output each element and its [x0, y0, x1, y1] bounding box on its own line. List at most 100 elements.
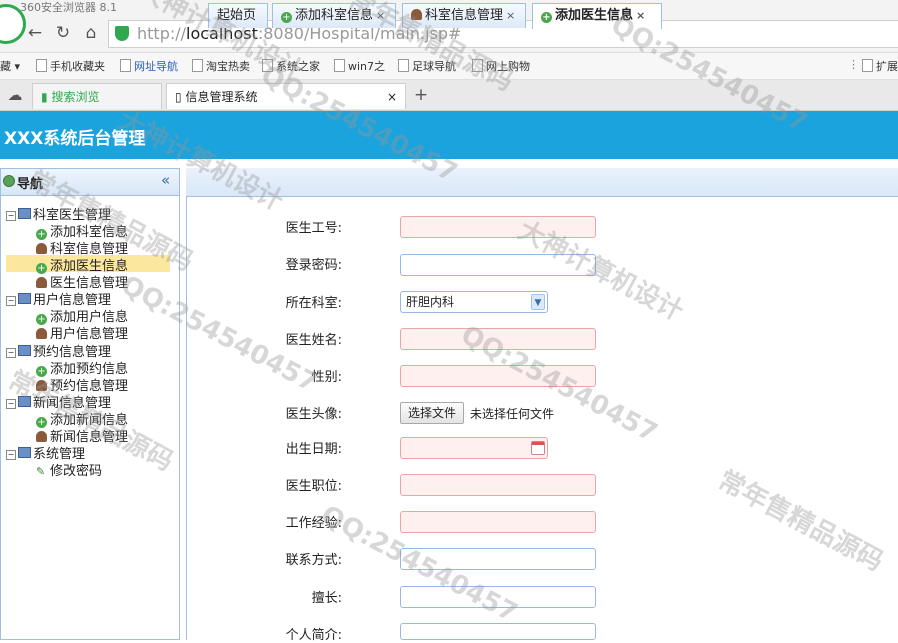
app-header: XXX系统后台管理	[0, 111, 898, 159]
doctor-id-input[interactable]	[400, 216, 596, 238]
tree-item[interactable]: 新闻信息管理	[36, 426, 128, 445]
browser-tab-strip: ☁ ▮ 搜索浏览 ▯ 信息管理系统 × +	[0, 80, 898, 111]
person-icon	[36, 328, 47, 339]
pencil-icon: ✎	[36, 465, 46, 478]
tree-item[interactable]: 预约信息管理	[36, 375, 128, 394]
doctor-id-label: 医生工号:	[285, 221, 342, 236]
page-icon: ▯	[175, 90, 182, 104]
new-tab-button[interactable]: +	[410, 84, 432, 106]
tab-add-department[interactable]: + 添加科室信息 ×	[272, 3, 396, 28]
collapse-box-icon[interactable]: −	[6, 399, 16, 409]
department-select[interactable]: 肝胆内科 ▼	[400, 291, 548, 313]
cloud-icon[interactable]: ☁	[4, 84, 26, 106]
name-input[interactable]	[400, 328, 596, 350]
bookmark-item[interactable]: 系统之家	[262, 58, 320, 74]
close-tab-icon[interactable]: ×	[387, 84, 397, 110]
bookmark-item[interactable]: 网上购物	[472, 58, 530, 74]
refresh-icon[interactable]: ↻	[52, 22, 74, 44]
bookmark-item[interactable]: 网址导航	[120, 58, 178, 74]
department-selected-value: 肝胆内科	[406, 295, 455, 309]
password-input[interactable]	[400, 254, 596, 276]
person-icon	[36, 380, 47, 391]
position-label: 医生职位:	[285, 479, 342, 494]
no-file-text: 未选择任何文件	[470, 407, 555, 421]
collapse-box-icon[interactable]: −	[6, 296, 16, 306]
tree-group-appointment[interactable]: − 预约信息管理	[6, 341, 111, 360]
calendar-icon[interactable]	[531, 441, 545, 455]
intro-label: 个人简介:	[285, 628, 342, 643]
page-icon	[192, 59, 203, 72]
tab-add-doctor[interactable]: + 添加医生信息 ×	[532, 3, 662, 29]
tree-group-news[interactable]: − 新闻信息管理	[6, 392, 111, 411]
experience-label: 工作经验:	[285, 516, 342, 531]
computer-icon	[18, 396, 31, 407]
person-icon	[36, 277, 47, 288]
tree-group-system[interactable]: − 系统管理	[6, 443, 85, 462]
page-icon	[120, 59, 131, 72]
contact-label: 联系方式:	[285, 553, 342, 568]
tree-item[interactable]: 医生信息管理	[36, 272, 128, 291]
security-shield-icon	[115, 26, 129, 41]
gender-input[interactable]	[400, 365, 596, 387]
close-tab-icon[interactable]: ×	[376, 9, 385, 22]
page-icon	[398, 59, 409, 72]
specialty-label: 擅长:	[311, 591, 342, 606]
tree-item-selected[interactable]: + 添加医生信息	[6, 255, 170, 274]
phone-icon	[36, 59, 47, 72]
browser-app-name: 360安全浏览器 8.1	[20, 1, 117, 14]
bookmark-item[interactable]: 手机收藏夹	[36, 58, 105, 74]
photo-label: 医生头像:	[285, 407, 342, 422]
bookmark-item[interactable]: 淘宝热卖	[192, 58, 250, 74]
tree-group-doctor[interactable]: − 科室医生管理	[6, 204, 111, 223]
tab-home[interactable]: 起始页	[208, 3, 268, 28]
tree-group-user[interactable]: − 用户信息管理	[6, 289, 111, 308]
contact-input[interactable]	[400, 548, 596, 570]
tree-item[interactable]: + 添加预约信息	[36, 358, 128, 377]
specialty-input[interactable]	[400, 586, 596, 608]
collapse-box-icon[interactable]: −	[6, 348, 16, 358]
tree-item[interactable]: 用户信息管理	[36, 323, 128, 342]
collapse-box-icon[interactable]: −	[6, 450, 16, 460]
tree-item[interactable]: + 添加用户信息	[36, 306, 128, 325]
nav-header: 导航 «	[1, 169, 179, 196]
close-tab-icon[interactable]: ×	[506, 9, 515, 22]
experience-input[interactable]	[400, 511, 596, 533]
department-label: 所在科室:	[285, 296, 342, 311]
person-icon	[36, 243, 47, 254]
password-label: 登录密码:	[285, 258, 342, 273]
collapse-icon[interactable]: «	[161, 171, 170, 189]
tree-item[interactable]: 科室信息管理	[36, 238, 128, 257]
home-icon[interactable]: ⌂	[80, 22, 102, 44]
bookmark-item[interactable]: 足球导航	[398, 58, 456, 74]
nav-title: 导航	[17, 177, 44, 192]
bookmark-item[interactable]: win7之	[334, 58, 385, 74]
page-icon	[472, 59, 483, 72]
nav-globe-icon	[3, 175, 15, 187]
choose-file-button[interactable]: 选择文件	[400, 402, 464, 424]
browser-tab[interactable]: ▮ 搜索浏览	[32, 83, 162, 109]
tree-item[interactable]: + 添加新闻信息	[36, 409, 128, 428]
name-label: 医生姓名:	[285, 333, 342, 348]
extension-button[interactable]: 扩展	[862, 58, 898, 74]
tree-item[interactable]: + 添加科室信息	[36, 221, 128, 240]
computer-icon	[18, 345, 31, 356]
more-icon[interactable]: ⋮	[848, 58, 859, 71]
birth-date-input[interactable]	[400, 437, 548, 459]
back-arrow-icon[interactable]: ←	[24, 22, 46, 44]
computer-icon	[18, 293, 31, 304]
intro-input[interactable]	[400, 623, 596, 640]
chevron-down-icon: ▼	[531, 294, 545, 310]
collapse-box-icon[interactable]: −	[6, 211, 16, 221]
add-icon: +	[281, 12, 292, 23]
fish-icon	[334, 59, 345, 72]
tree-item[interactable]: ✎ 修改密码	[36, 460, 102, 479]
browser-tab-active[interactable]: ▯ 信息管理系统 ×	[166, 83, 406, 109]
close-tab-icon[interactable]: ×	[636, 9, 645, 22]
person-icon	[411, 9, 422, 20]
bookmark-item[interactable]: 藏 ▾	[0, 58, 20, 74]
tab-department-management[interactable]: 科室信息管理 ×	[402, 3, 526, 28]
birth-date-label: 出生日期:	[285, 442, 342, 457]
position-input[interactable]	[400, 474, 596, 496]
gender-label: 性别:	[311, 370, 342, 385]
windows-icon	[262, 59, 273, 72]
